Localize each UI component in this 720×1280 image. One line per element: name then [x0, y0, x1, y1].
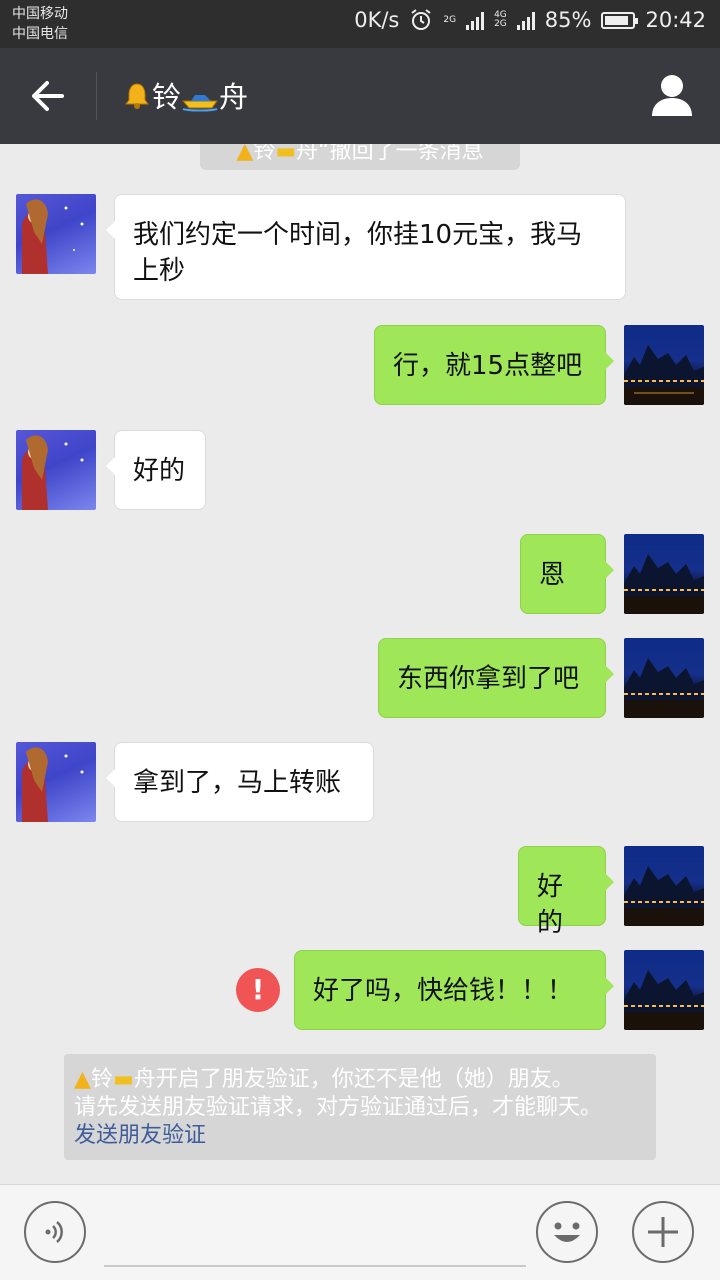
friend-verification-notice: ▲铃▬舟开启了朋友验证，你还不是他（她）朋友。 请先发送朋友验证请求，对方验证通… — [64, 1054, 656, 1160]
message-input[interactable] — [104, 1199, 526, 1267]
message-bubble[interactable]: 恩 — [520, 534, 614, 614]
contact-avatar[interactable] — [16, 194, 96, 274]
title-divider — [96, 72, 97, 120]
battery-icon — [601, 11, 639, 29]
signal-icon — [466, 10, 485, 30]
carrier-info: 中国移动 中国电信 — [12, 4, 68, 44]
send-verification-link[interactable]: 发送朋友验证 — [74, 1122, 646, 1150]
speedboat-emoji: ▬ — [275, 144, 297, 164]
message-bubble[interactable]: 好了吗，快给钱！！！ — [294, 950, 614, 1030]
contact-avatar[interactable] — [16, 430, 96, 510]
message-bubble[interactable]: 我们约定一个时间，你挂10元宝，我马上秒 — [106, 194, 626, 300]
status-icons: 0K/s 2G 4G 2G 85% 20:42 — [354, 8, 706, 32]
title-bar: 铃 舟 — [0, 48, 720, 144]
send-failed-icon[interactable]: ! — [236, 968, 280, 1012]
title-part1: 铃 — [152, 80, 182, 114]
sim-1-type: 2G — [443, 14, 457, 25]
self-avatar[interactable] — [624, 534, 704, 614]
title-part2: 舟 — [219, 80, 249, 114]
voice-icon[interactable] — [24, 1201, 86, 1263]
status-bar: 中国移动 中国电信 0K/s 2G 4G 2G 85% 20:42 — [0, 0, 720, 48]
speedboat-emoji — [181, 95, 218, 112]
bell-emoji: ▲ — [74, 1067, 91, 1092]
notice-line-1: ▲铃▬舟开启了朋友验证，你还不是他（她）朋友。 — [74, 1067, 574, 1092]
bell-emoji: ▲ — [236, 144, 254, 164]
sim-2-type: 4G 2G — [494, 10, 507, 29]
message-bubble[interactable]: 拿到了，马上转账 — [106, 742, 374, 822]
carrier-2: 中国电信 — [12, 26, 68, 42]
bell-emoji — [125, 83, 149, 109]
self-avatar[interactable] — [624, 638, 704, 718]
self-avatar[interactable] — [624, 325, 704, 405]
back-arrow-icon[interactable] — [26, 74, 70, 118]
alarm-icon — [411, 9, 431, 30]
input-bar — [0, 1184, 720, 1280]
contact-avatar[interactable] — [16, 742, 96, 822]
speedboat-emoji: ▬ — [112, 1067, 134, 1092]
message-bubble[interactable]: 东西你拿到了吧 — [378, 638, 614, 718]
clock: 20:42 — [645, 8, 706, 32]
signal-2-icon — [516, 10, 535, 30]
self-avatar[interactable] — [624, 846, 704, 926]
chat-area[interactable]: ▲铃▬舟“撤回了一条消息 我们约定一个时间，你挂10元宝，我马上秒 行，就15点… — [0, 144, 720, 1184]
message-bubble[interactable]: 好的 — [518, 846, 614, 938]
emoji-icon[interactable] — [536, 1201, 598, 1263]
user-profile-icon[interactable] — [650, 72, 694, 118]
recall-notice: ▲铃▬舟“撤回了一条消息 — [200, 144, 520, 170]
net-speed: 0K/s — [354, 8, 400, 32]
notice-line-2: 请先发送朋友验证请求，对方验证通过后，才能聊天。 — [74, 1095, 603, 1120]
self-avatar[interactable] — [624, 950, 704, 1030]
chat-title: 铃 舟 — [122, 74, 248, 116]
message-bubble[interactable]: 好的 — [106, 430, 206, 510]
battery-text: 85% — [544, 8, 592, 32]
carrier-1: 中国移动 — [12, 6, 68, 22]
plus-icon[interactable] — [632, 1201, 694, 1263]
message-bubble[interactable]: 行，就15点整吧 — [374, 325, 614, 405]
